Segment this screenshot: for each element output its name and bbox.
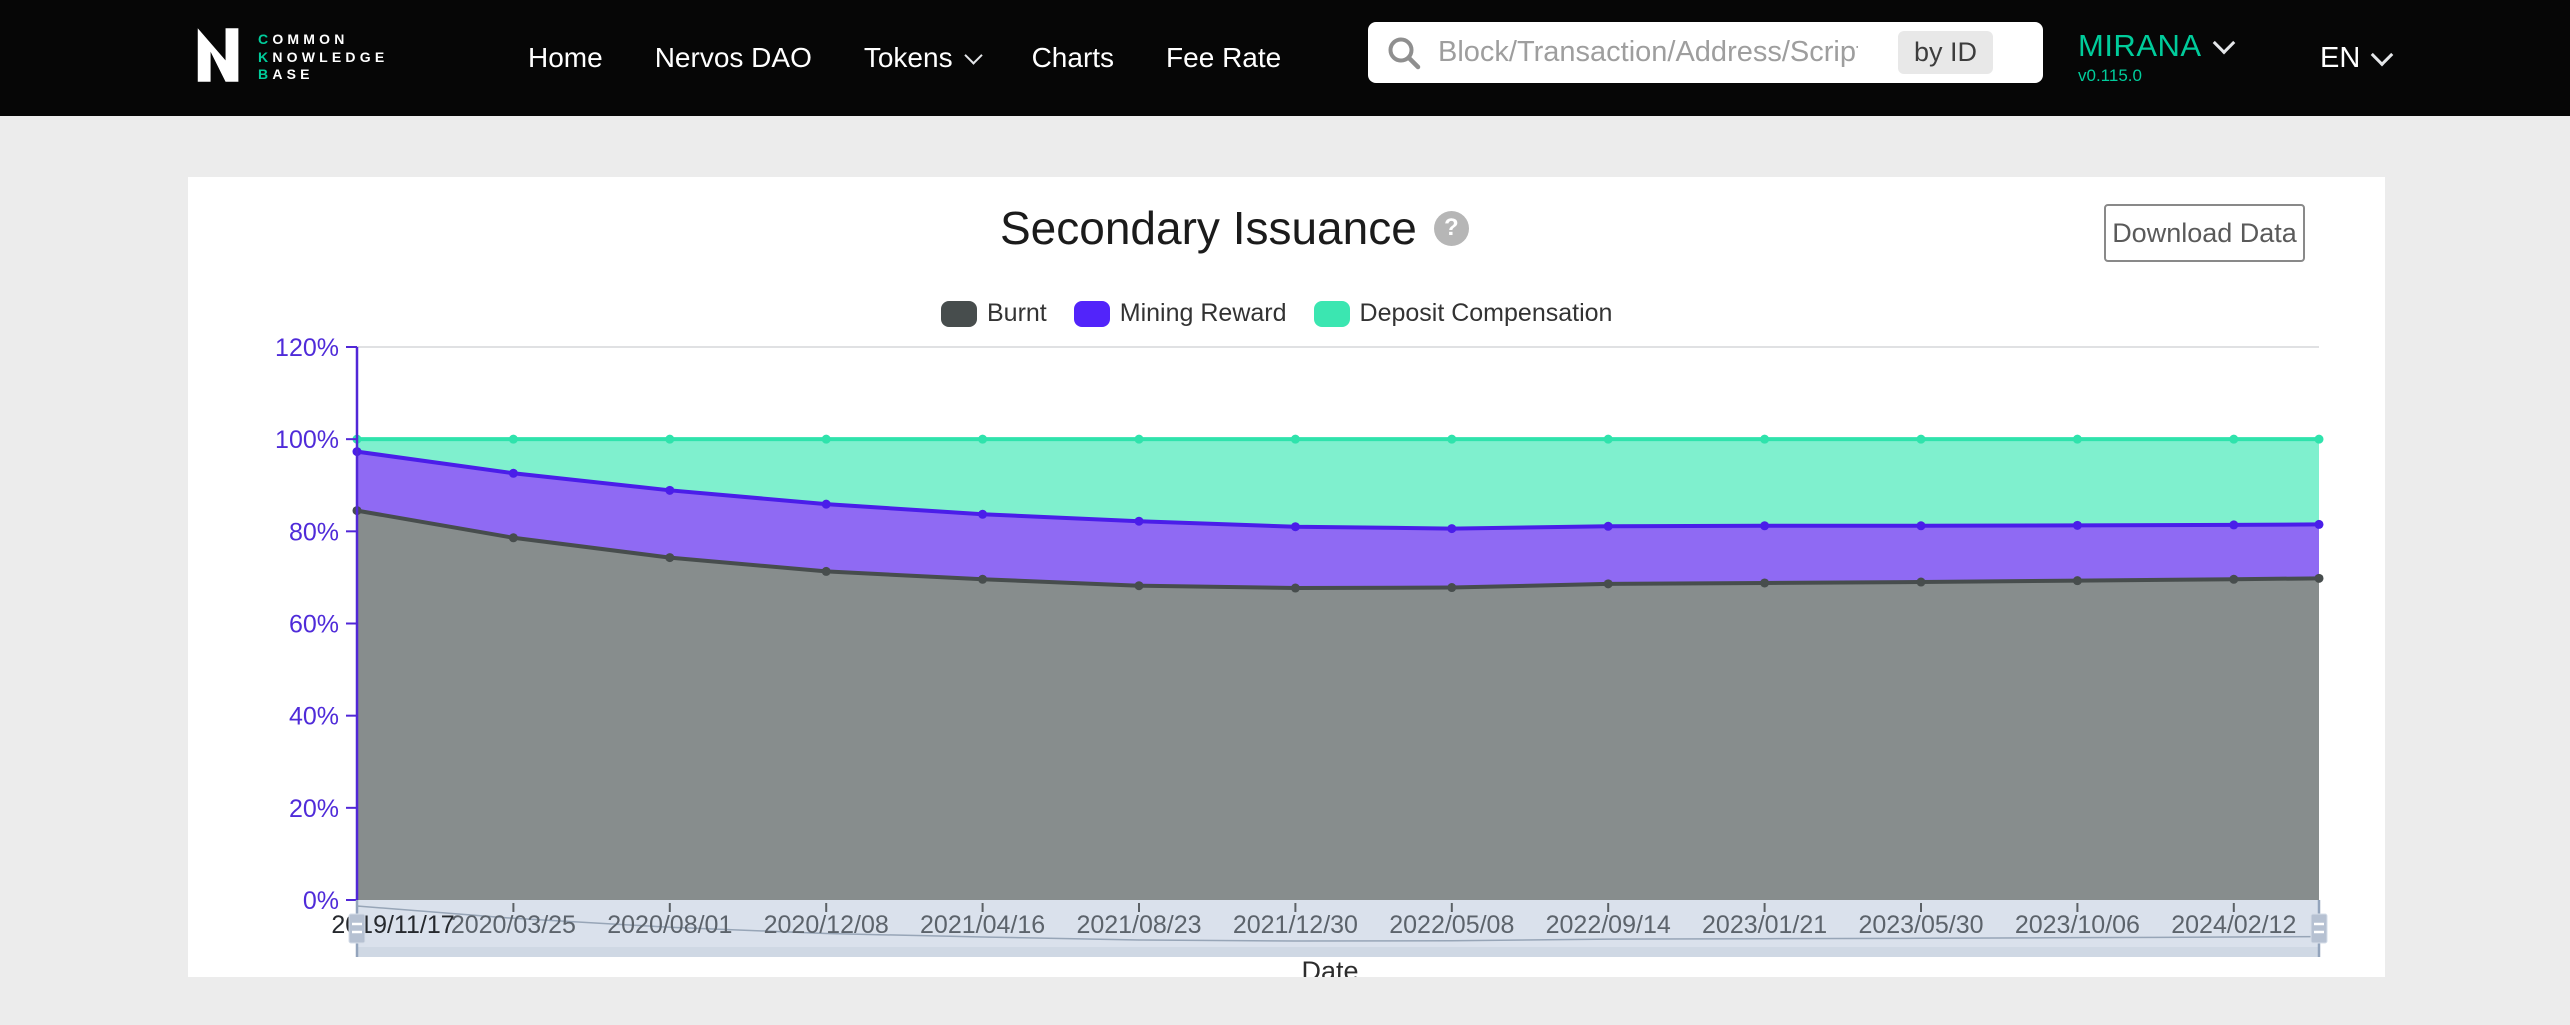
svg-text:100%: 100% xyxy=(275,426,339,454)
svg-text:2022/05/08: 2022/05/08 xyxy=(1389,911,1514,939)
chevron-down-icon xyxy=(2371,44,2394,67)
svg-text:2020/08/01: 2020/08/01 xyxy=(607,911,732,939)
search-input[interactable] xyxy=(1436,35,1860,70)
logo[interactable]: COMMON KNOWLEDGE BASE xyxy=(188,24,388,91)
chevron-down-icon xyxy=(964,46,982,64)
ckb-logo-icon xyxy=(188,24,246,91)
svg-text:80%: 80% xyxy=(289,518,339,546)
search-by-id-button[interactable]: by ID xyxy=(1898,31,1993,74)
svg-text:2023/05/30: 2023/05/30 xyxy=(1858,911,1983,939)
svg-text:2020/12/08: 2020/12/08 xyxy=(764,911,889,939)
main-nav: Home Nervos DAO Tokens Charts Fee Rate xyxy=(528,0,1281,116)
chevron-down-icon xyxy=(2212,32,2235,55)
nav-item-fee-rate[interactable]: Fee Rate xyxy=(1166,42,1281,74)
chart-area: 0%20%40%60%80%100%120% 2019/11/172020/03… xyxy=(188,177,2385,977)
nav-item-charts[interactable]: Charts xyxy=(1032,42,1114,74)
area-series xyxy=(357,439,2319,900)
svg-text:2021/12/30: 2021/12/30 xyxy=(1233,911,1358,939)
language-label: EN xyxy=(2320,42,2360,75)
svg-text:40%: 40% xyxy=(289,703,339,731)
nav-item-tokens[interactable]: Tokens xyxy=(864,42,980,74)
svg-text:2024/02/12: 2024/02/12 xyxy=(2171,911,2296,939)
svg-text:2021/04/16: 2021/04/16 xyxy=(920,911,1045,939)
svg-text:2023/10/06: 2023/10/06 xyxy=(2015,911,2140,939)
nav-item-nervos-dao[interactable]: Nervos DAO xyxy=(655,42,812,74)
svg-text:Date: Date xyxy=(1301,956,1358,977)
search-icon xyxy=(1386,35,1422,71)
network-name: MIRANA xyxy=(2078,28,2202,64)
language-selector[interactable]: EN xyxy=(2320,0,2390,116)
logo-text: COMMON KNOWLEDGE BASE xyxy=(258,31,388,84)
chart-card: Secondary Issuance ? Download Data Burnt… xyxy=(188,177,2385,977)
svg-text:20%: 20% xyxy=(289,795,339,823)
search-box: by ID xyxy=(1368,22,2043,83)
svg-text:2023/01/21: 2023/01/21 xyxy=(1702,911,1827,939)
network-version: v0.115.0 xyxy=(2078,66,2232,86)
chart-svg: 0%20%40%60%80%100%120% 2019/11/172020/03… xyxy=(188,177,2385,977)
svg-text:2020/03/25: 2020/03/25 xyxy=(451,911,576,939)
svg-text:120%: 120% xyxy=(275,334,339,362)
x-axis-title: Date xyxy=(1301,956,1358,977)
page: COMMON KNOWLEDGE BASE Home Nervos DAO To… xyxy=(0,0,2570,1025)
header: COMMON KNOWLEDGE BASE Home Nervos DAO To… xyxy=(0,0,2570,116)
y-axis: 0%20%40%60%80%100%120% xyxy=(275,334,357,915)
svg-text:60%: 60% xyxy=(289,611,339,639)
nav-item-home[interactable]: Home xyxy=(528,42,603,74)
svg-text:2022/09/14: 2022/09/14 xyxy=(1546,911,1671,939)
network-switcher[interactable]: MIRANA v0.115.0 xyxy=(2078,28,2232,86)
svg-text:2021/08/23: 2021/08/23 xyxy=(1076,911,1201,939)
